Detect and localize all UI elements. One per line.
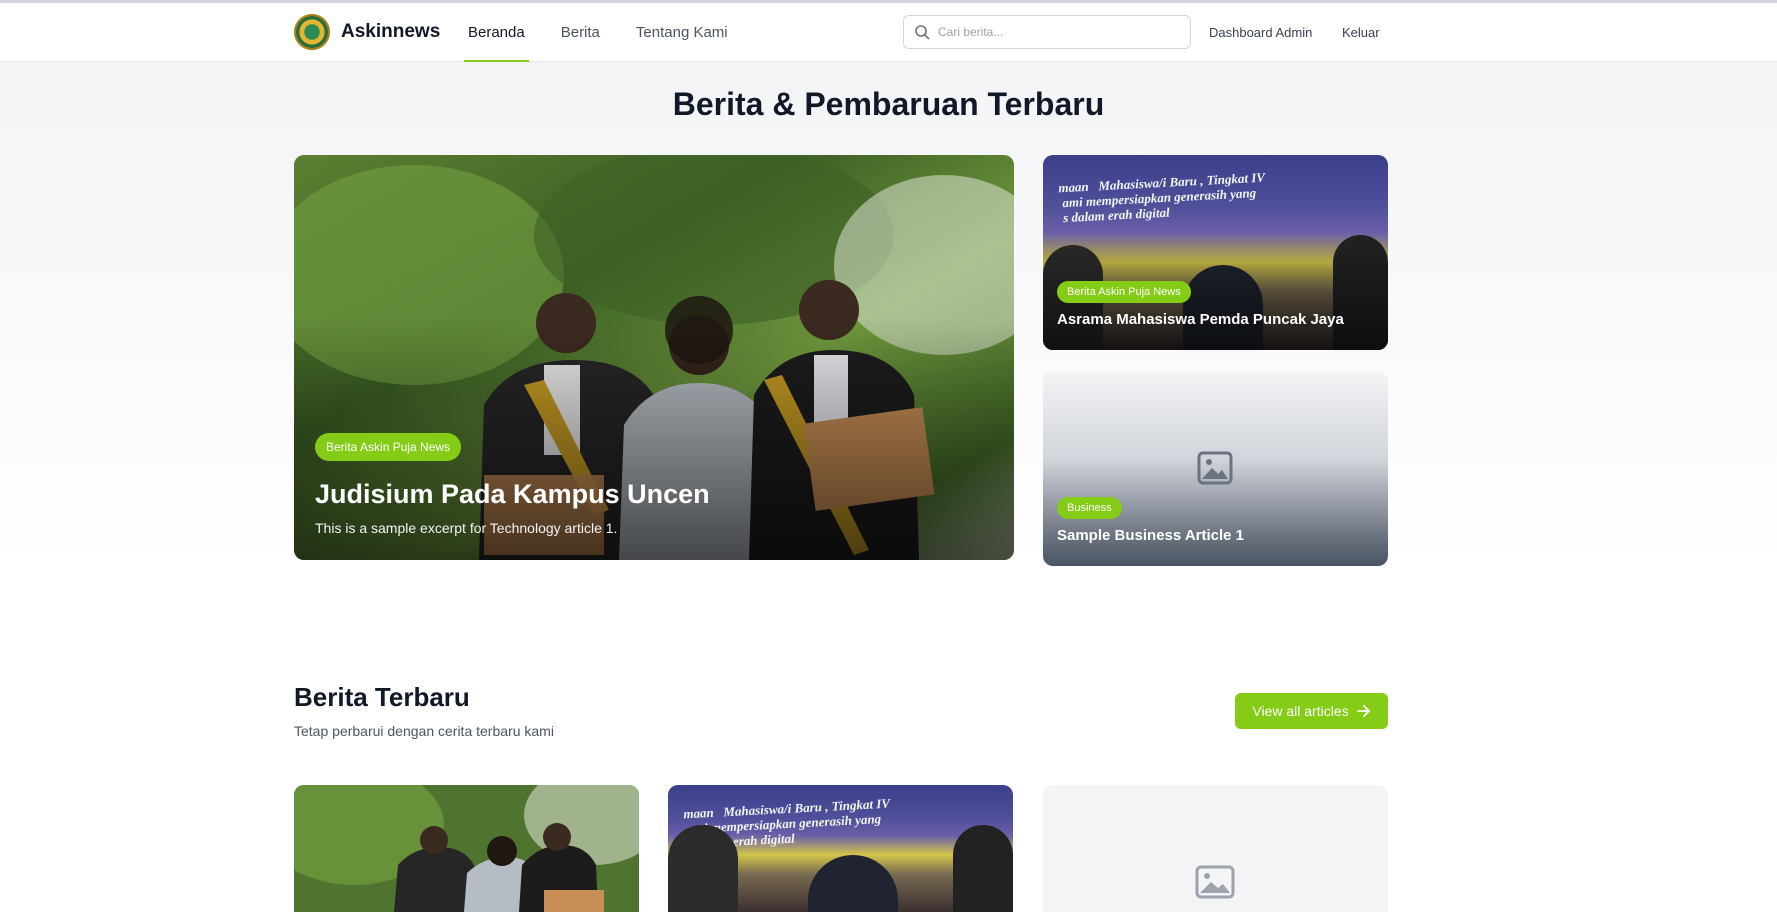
brand-logo xyxy=(294,14,330,50)
featured-article-excerpt: This is a sample excerpt for Technology … xyxy=(315,520,618,536)
article-card[interactable]: maan Mahasiswa/i Baru , Tingkat IV ami m… xyxy=(668,785,1013,912)
image-placeholder-icon xyxy=(1197,451,1233,485)
view-all-articles-button[interactable]: View all articles xyxy=(1235,693,1388,729)
logout-link[interactable]: Keluar xyxy=(1342,3,1380,62)
article-card-image-figure xyxy=(668,825,738,912)
site-header: Askinnews Beranda Berita Tentang Kami Da… xyxy=(0,3,1777,62)
search-input[interactable] xyxy=(938,25,1178,39)
section-title: Berita Terbaru xyxy=(294,682,470,712)
featured-article-title[interactable]: Judisium Pada Kampus Uncen xyxy=(315,479,710,510)
category-badge[interactable]: Berita Askin Puja News xyxy=(1057,281,1191,303)
side-article-card[interactable]: Business Sample Business Article 1 xyxy=(1043,371,1388,566)
image-placeholder-icon xyxy=(1195,865,1235,899)
article-card-image xyxy=(294,785,639,912)
view-all-articles-label: View all articles xyxy=(1252,703,1349,719)
article-card-image-figure xyxy=(808,855,898,912)
brand[interactable]: Askinnews xyxy=(294,14,440,50)
featured-article-card[interactable]: Berita Askin Puja News Judisium Pada Kam… xyxy=(294,155,1014,560)
side-article-title[interactable]: Asrama Mahasiswa Pemda Puncak Jaya xyxy=(1057,311,1344,328)
brand-name: Askinnews xyxy=(341,21,441,42)
article-card[interactable] xyxy=(1043,785,1388,912)
arrow-right-icon xyxy=(1356,705,1370,717)
article-card-image-figure xyxy=(953,825,1013,912)
hero-title: Berita & Pembaruan Terbaru xyxy=(672,86,1105,122)
dashboard-admin-link[interactable]: Dashboard Admin xyxy=(1209,3,1312,62)
search-icon xyxy=(915,25,930,40)
article-card[interactable] xyxy=(294,785,639,912)
nav-item-tentang-kami[interactable]: Tentang Kami xyxy=(632,3,732,62)
section-subtitle: Tetap perbarui dengan cerita terbaru kam… xyxy=(294,723,554,739)
category-badge[interactable]: Business xyxy=(1057,497,1122,519)
category-badge[interactable]: Berita Askin Puja News xyxy=(315,433,462,461)
nav-item-beranda[interactable]: Beranda xyxy=(464,3,529,62)
nav-item-berita[interactable]: Berita xyxy=(557,3,604,62)
side-article-card[interactable]: maan Mahasiswa/i Baru , Tingkat IV ami m… xyxy=(1043,155,1388,350)
main-nav: Beranda Berita Tentang Kami xyxy=(464,3,760,62)
side-article-title[interactable]: Sample Business Article 1 xyxy=(1057,527,1244,544)
search-box[interactable] xyxy=(903,15,1191,49)
